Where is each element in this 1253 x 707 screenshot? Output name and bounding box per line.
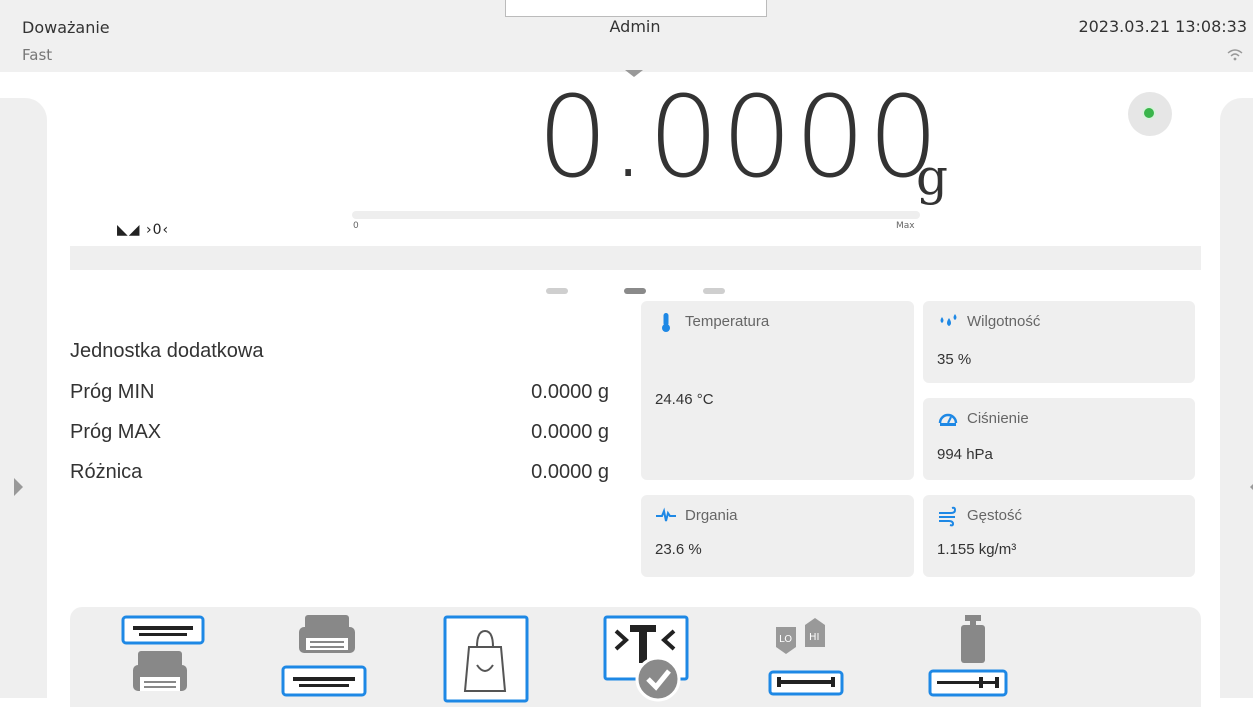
page-dot-3[interactable] [703,288,725,294]
density-tile[interactable]: Gęstość 1.155 kg/m³ [923,495,1195,577]
page-dot-1[interactable] [546,288,568,294]
pressure-value: 994 hPa [937,446,993,463]
weight-adjust-icon [928,615,1008,697]
vibration-value: 23.6 % [655,541,702,558]
mode-title[interactable]: Doważanie [22,18,110,37]
status-indicator [1128,92,1172,136]
density-label: Gęstość [967,507,1023,524]
tare-button[interactable] [600,607,700,707]
stability-zero-icons: ◣◢ ›0‹ [117,222,170,238]
humidity-value: 35 % [937,351,972,368]
adjustment-button[interactable] [925,607,1025,707]
humidity-tile[interactable]: Wilgotność 35 % [923,301,1195,383]
print-header-icon [121,615,205,691]
droplets-icon [940,314,957,326]
info-strip [70,246,1201,270]
temperature-tile[interactable]: Temperatura 24.46 °C [641,301,914,480]
right-side-panel[interactable] [1220,98,1253,698]
status-dot-icon [1142,106,1156,120]
bargraph-max-label: Max [896,221,915,231]
weighing-bargraph [352,211,920,219]
arrow-right-icon[interactable] [14,478,23,496]
wind-icon [939,506,957,527]
info-row-label: Próg MIN [70,381,155,403]
info-row-label: Różnica [70,461,143,483]
tare-database-button[interactable] [435,607,535,707]
datetime-label: 2023.03.21 13:08:33 [1078,17,1247,36]
pressure-label: Ciśnienie [967,410,1029,427]
thermometer-icon [662,313,670,332]
check-icon [635,656,681,702]
thresholds-button[interactable]: LO HI [760,607,860,707]
info-row-label: Próg MAX [70,421,162,443]
info-title: Jednostka dodatkowa [70,340,264,362]
bottom-toolbar: LO HI [70,607,1201,707]
vibration-icon [656,507,676,522]
lo-hi-icon: LO HI [768,618,844,696]
info-row-value: 0.0000 g [531,381,609,403]
user-tab[interactable] [505,0,767,17]
vibration-tile[interactable]: Drgania 23.6 % [641,495,914,577]
weight-unit[interactable]: g [916,148,948,206]
info-row-value: 0.0000 g [531,421,609,443]
density-value: 1.155 kg/m³ [937,541,1017,558]
wifi-icon [1227,49,1243,61]
profile-label[interactable]: Fast [22,46,52,64]
bargraph-min-label: 0 [353,221,359,231]
page-dot-2[interactable] [624,288,646,294]
left-side-panel[interactable] [0,98,47,698]
gauge-icon [938,413,958,426]
pressure-tile[interactable]: Ciśnienie 994 hPa [923,398,1195,480]
temperature-value: 24.46 °C [655,391,714,408]
print-footer-icon [281,615,367,697]
print-header-button[interactable] [110,607,210,707]
svg-text:LO: LO [779,634,792,645]
print-footer-button[interactable] [275,607,375,707]
user-label[interactable]: Admin [505,17,765,36]
humidity-label: Wilgotność [967,313,1041,330]
temperature-label: Temperatura [685,313,770,330]
info-row-value: 0.0000 g [531,461,609,483]
weight-readout: 0.0000 [537,73,941,203]
vibration-label: Drgania [685,507,738,524]
svg-text:HI: HI [809,632,819,643]
